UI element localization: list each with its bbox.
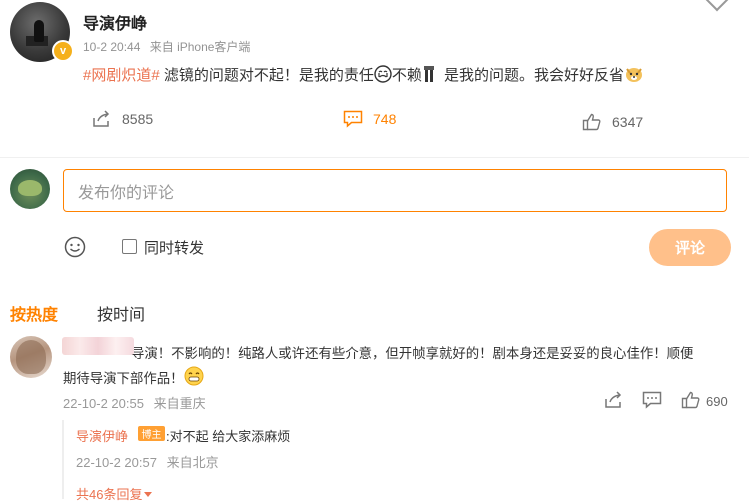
comment-meta: 22-10-2 20:55 来自重庆	[63, 393, 212, 412]
reply-text: :对不起 给大家添麻烦	[166, 429, 291, 444]
current-user-avatar	[10, 169, 50, 209]
emoji-picker-icon[interactable]	[64, 236, 86, 258]
repost-count: 8585	[122, 111, 154, 127]
comment-text-line-2: 期待导演下部作品！	[63, 366, 743, 391]
submit-comment-button[interactable]: 评论	[649, 229, 731, 266]
post-text-part-1: 滤镜的问题对不起！是我的责任	[159, 67, 374, 84]
comment-like-count: 690	[706, 394, 728, 409]
comment-reply-icon[interactable]	[642, 391, 662, 409]
tab-sort-hot[interactable]: 按热度	[10, 301, 58, 325]
comment-input[interactable]: 发布你的评论	[63, 169, 727, 212]
thumbs-up-icon	[582, 113, 601, 131]
comment-input-placeholder: 发布你的评论	[78, 184, 175, 202]
like-count: 6347	[612, 114, 644, 130]
repost-button[interactable]: 8585	[92, 110, 153, 128]
comment-source: 来自重庆	[153, 396, 206, 411]
commenter-avatar[interactable]	[10, 336, 52, 378]
comment-like-icon[interactable]	[681, 391, 701, 409]
tab-sort-time[interactable]: 按时间	[97, 301, 145, 325]
commenter-name-blurred[interactable]	[62, 337, 134, 355]
post-text-part-2: 不赖	[391, 67, 422, 84]
post-meta: 10-2 20:44 来自 iPhone客户端	[83, 38, 256, 55]
comment-repost-icon[interactable]	[604, 391, 624, 409]
person-emoji-icon	[422, 65, 440, 83]
divider	[0, 157, 749, 158]
post-text-part-3: 是我的问题。我会好好反省	[439, 67, 625, 84]
repost-checkbox[interactable]	[122, 239, 137, 254]
reply-time: 22-10-2 20:57	[76, 455, 157, 470]
author-badge: 博主	[138, 426, 165, 441]
verified-icon: v	[52, 40, 74, 62]
doge-emoji-icon	[624, 65, 643, 83]
post-source: 来自 iPhone客户端	[149, 40, 251, 54]
comment-icon	[343, 110, 363, 128]
comment-count: 748	[373, 111, 397, 127]
post-time[interactable]: 10-2 20:44	[83, 40, 140, 54]
reply-source: 来自北京	[166, 455, 219, 470]
grin-emoji-icon	[184, 366, 204, 386]
comment-time: 22-10-2 20:55	[63, 396, 144, 411]
comment-button[interactable]: 748	[343, 110, 396, 128]
more-replies-link[interactable]: 共46条回复	[76, 484, 153, 503]
crying-emoji-icon	[374, 65, 392, 83]
post-author-name[interactable]: 导演伊峥	[83, 10, 147, 34]
post-text: #网剧炽道# 滤镜的问题对不起！是我的责任 不赖 是我的问题。我会好好反省	[83, 64, 643, 85]
chevron-down-icon[interactable]	[705, 0, 729, 12]
repost-checkbox-label[interactable]: 同时转发	[144, 237, 204, 258]
topic-link[interactable]: #网剧炽道#	[83, 67, 160, 84]
comment-text-line-1: 导演！不影响的！纯路人或许还有些介意，但开帧享就好的！剧本身还是妥妥的良心佳作！…	[131, 346, 694, 361]
reply-author-name[interactable]: 导演伊峥	[76, 426, 128, 445]
caret-down-icon	[144, 492, 153, 497]
reply-divider	[62, 420, 64, 499]
repost-icon	[93, 110, 110, 127]
reply-meta: 22-10-2 20:57 来自北京	[76, 452, 225, 471]
comment-text: 导演！不影响的！纯路人或许还有些介意，但开帧享就好的！剧本身还是妥妥的良心佳作！…	[63, 342, 743, 391]
like-button[interactable]: 6347	[582, 113, 643, 131]
